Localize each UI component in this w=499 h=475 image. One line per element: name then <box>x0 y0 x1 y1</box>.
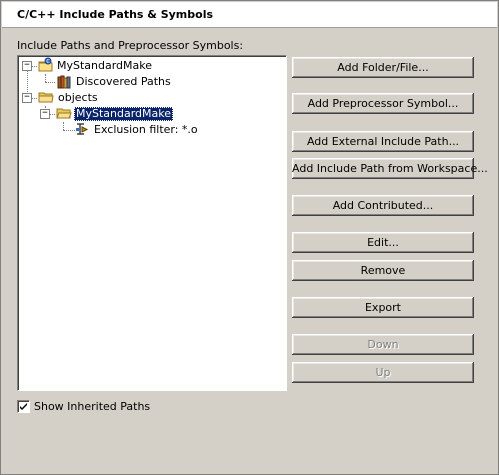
filter-icon <box>74 121 90 137</box>
tree-connector <box>45 74 46 82</box>
tree-node-project[interactable]: MyStandardMake <box>55 59 154 73</box>
tree-node-discovered-paths[interactable]: Discovered Paths <box>74 75 173 89</box>
page-title: C/C++ Include Paths & Symbols <box>17 8 214 21</box>
tree-connector <box>63 122 64 130</box>
show-inherited-paths-label: Show Inherited Paths <box>34 400 151 413</box>
collapse-toggle-icon[interactable]: − <box>40 109 50 119</box>
tree-node-exclusion-filter[interactable]: Exclusion filter: *.o <box>92 123 200 137</box>
export-button[interactable]: Export <box>292 297 474 318</box>
tree-node-selected-project[interactable]: MyStandardMake <box>74 107 174 121</box>
svg-text:C: C <box>46 59 50 65</box>
properties-page: C/C++ Include Paths & Symbols Include Pa… <box>0 0 499 475</box>
include-paths-tree[interactable]: − C MyStandardMake Discovered Paths − ob… <box>17 55 287 391</box>
tree-node-objects[interactable]: objects <box>56 91 100 105</box>
add-include-path-workspace-button[interactable]: Add Include Path from Workspace... <box>292 158 488 179</box>
up-button[interactable]: Up <box>292 362 474 383</box>
collapse-toggle-icon[interactable]: − <box>22 61 32 71</box>
tree-connector <box>45 82 55 83</box>
project-icon: C <box>38 57 54 73</box>
add-contributed-button[interactable]: Add Contributed... <box>292 195 474 216</box>
down-button[interactable]: Down <box>292 334 474 355</box>
show-inherited-paths-checkbox[interactable] <box>17 400 30 413</box>
page-header: C/C++ Include Paths & Symbols <box>2 2 497 28</box>
folder-icon <box>38 89 54 105</box>
edit-button[interactable]: Edit... <box>292 232 474 253</box>
folder-open-icon <box>56 105 72 121</box>
checkmark-icon <box>20 403 27 410</box>
library-icon <box>56 74 72 90</box>
remove-button[interactable]: Remove <box>292 260 474 281</box>
section-label: Include Paths and Preprocessor Symbols: <box>17 39 244 52</box>
add-external-include-path-button[interactable]: Add External Include Path... <box>292 131 474 152</box>
collapse-toggle-icon[interactable]: − <box>22 93 32 103</box>
add-folder-file-button[interactable]: Add Folder/File... <box>292 57 474 78</box>
add-preprocessor-symbol-button[interactable]: Add Preprocessor Symbol... <box>292 93 474 114</box>
